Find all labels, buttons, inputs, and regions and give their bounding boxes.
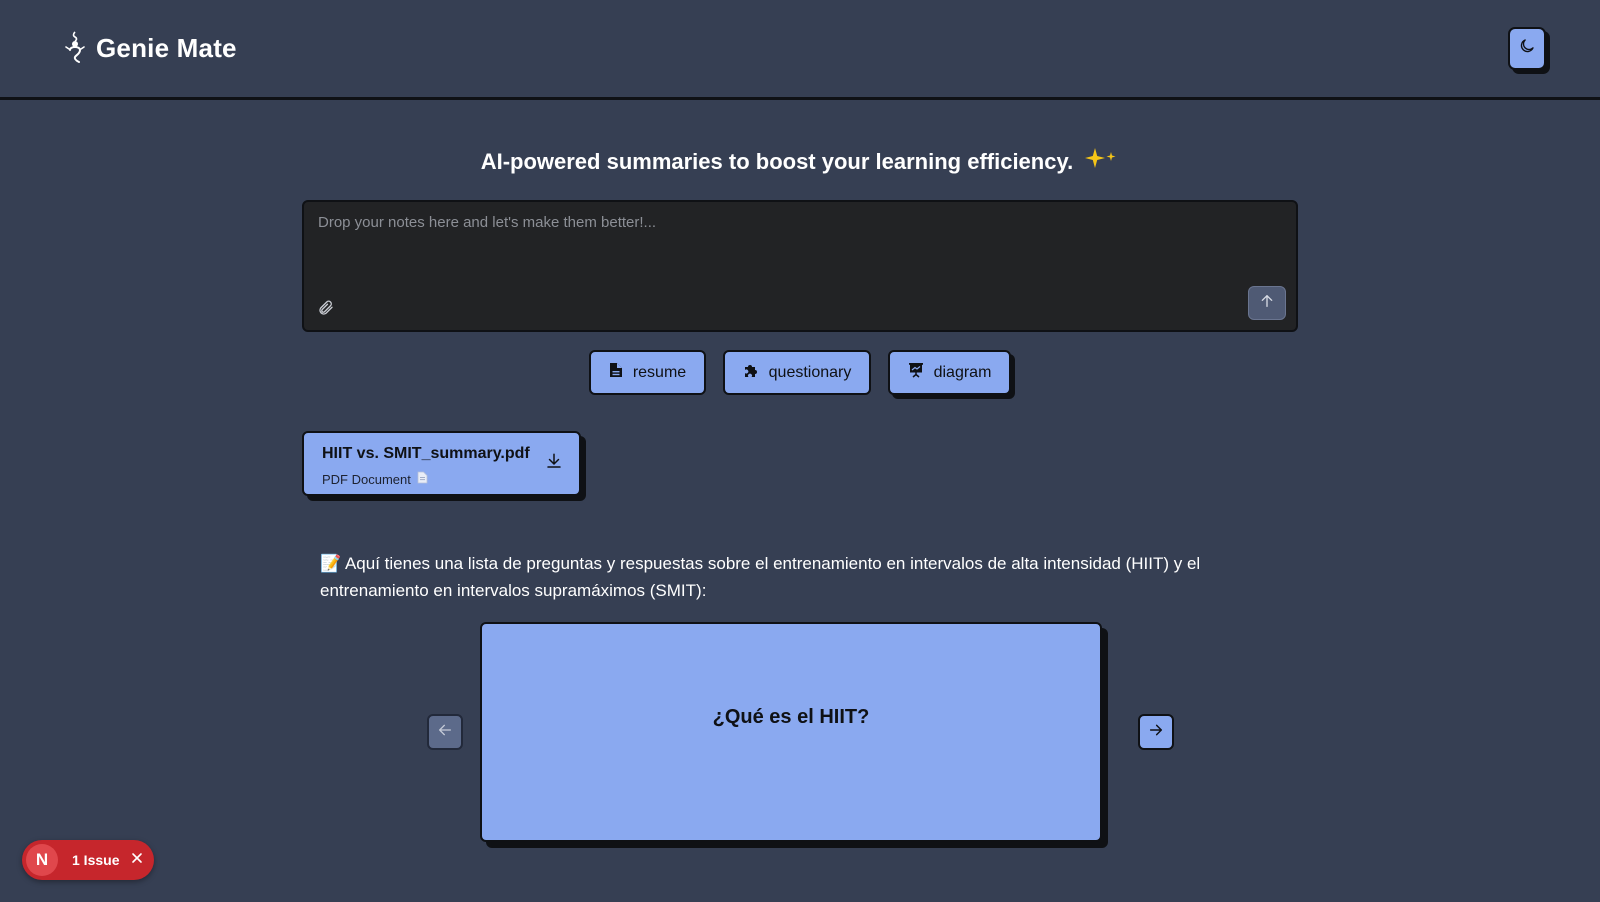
theme-toggle-button[interactable] <box>1508 27 1546 70</box>
close-issue-button[interactable] <box>129 852 145 868</box>
tagline-text: AI-powered summaries to boost your learn… <box>480 148 1074 174</box>
page-title: AI-powered summaries to boost your learn… <box>0 146 1600 180</box>
questionary-button[interactable]: questionary <box>723 350 871 395</box>
response-intro-text: Aquí tienes una lista de preguntas y res… <box>320 554 1201 600</box>
arrow-left-icon <box>437 722 453 743</box>
diagram-button-label: diagram <box>933 363 992 381</box>
sparkles-icon <box>1083 146 1119 180</box>
brand[interactable]: Genie Mate <box>64 30 237 66</box>
app-header: Genie Mate <box>0 0 1600 100</box>
arrow-up-icon <box>1259 293 1275 314</box>
flashcard[interactable]: ¿Qué es el HIIT? <box>480 622 1102 842</box>
download-button[interactable] <box>544 453 564 473</box>
resume-button-label: resume <box>632 363 687 381</box>
flashcard-question: ¿Qué es el HIIT? <box>712 706 870 728</box>
send-button[interactable] <box>1248 286 1286 320</box>
file-name: HIIT vs. SMIT_summary.pdf <box>322 445 530 462</box>
notes-composer <box>302 200 1298 332</box>
puzzle-icon <box>743 362 759 383</box>
nextjs-logo-button[interactable]: N <box>26 844 58 876</box>
arrow-right-icon <box>1148 722 1164 743</box>
file-card[interactable]: HIIT vs. SMIT_summary.pdf PDF Document <box>302 431 581 496</box>
next-card-button[interactable] <box>1138 714 1174 750</box>
genie-lamp-icon <box>64 30 86 66</box>
close-icon <box>131 851 143 869</box>
presentation-icon <box>908 362 924 383</box>
resume-button[interactable]: resume <box>589 350 706 395</box>
issue-badge: N 1 Issue <box>22 840 154 880</box>
file-type: PDF Document <box>322 471 428 487</box>
questionary-button-label: questionary <box>768 363 852 381</box>
memo-emoji: 📝 <box>320 554 342 573</box>
response-intro: 📝 Aquí tienes una lista de preguntas y r… <box>320 550 1280 604</box>
attach-file-button[interactable] <box>316 300 336 320</box>
paperclip-icon <box>317 299 335 322</box>
notes-input[interactable] <box>316 212 1276 282</box>
previous-card-button[interactable] <box>427 714 463 750</box>
issue-count-button[interactable]: 1 Issue <box>72 852 119 868</box>
download-icon <box>545 452 563 475</box>
diagram-button[interactable]: diagram <box>888 350 1011 395</box>
file-icon <box>609 362 623 383</box>
file-type-label: PDF Document <box>322 471 411 487</box>
document-icon <box>417 471 428 487</box>
moon-icon <box>1518 37 1536 60</box>
app-name: Genie Mate <box>96 32 237 63</box>
